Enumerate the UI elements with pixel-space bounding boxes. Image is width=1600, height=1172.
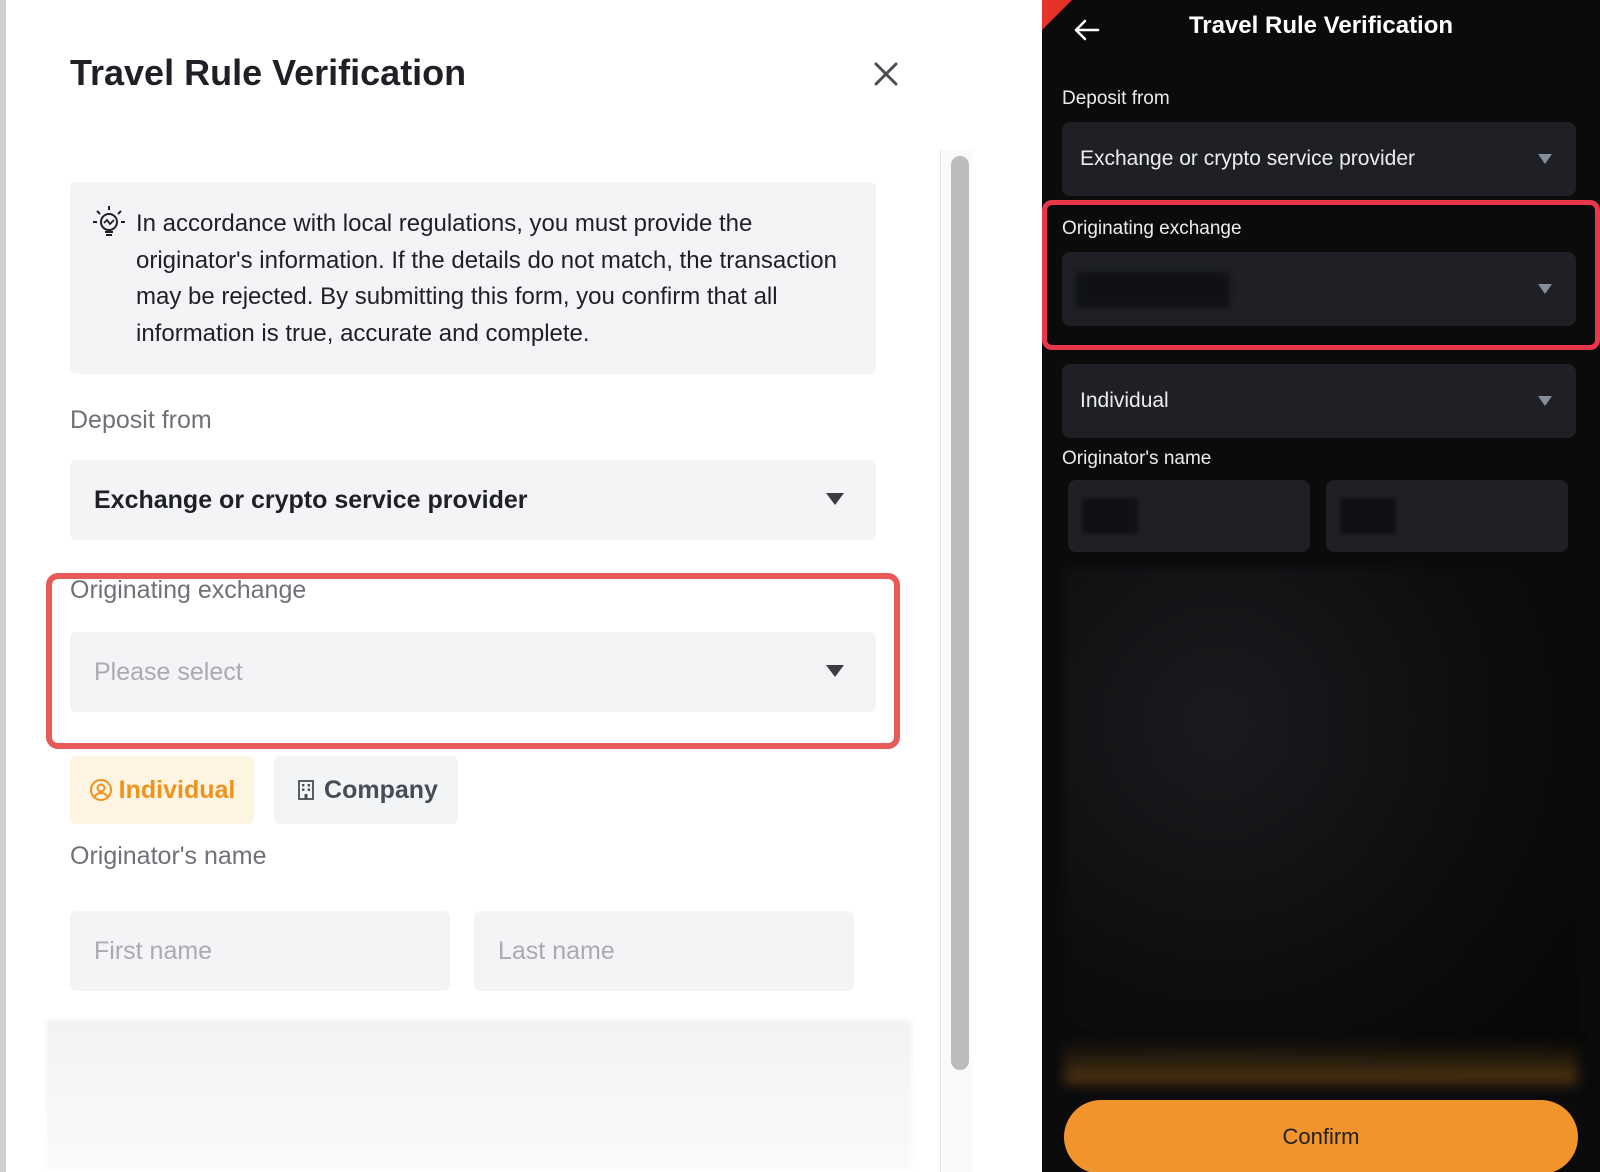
redacted-value xyxy=(1076,272,1230,308)
deposit-from-value: Exchange or crypto service provider xyxy=(94,486,528,514)
originator-type-value: Individual xyxy=(1080,389,1169,412)
redacted-value xyxy=(1340,498,1396,534)
blurred-content xyxy=(46,1020,912,1170)
chevron-down-icon xyxy=(826,665,844,677)
redacted-value xyxy=(1082,498,1138,534)
originator-type-select[interactable]: Individual xyxy=(1062,364,1576,438)
blurred-glow xyxy=(1064,1040,1578,1084)
originating-exchange-label: Originating exchange xyxy=(1062,218,1242,239)
close-icon xyxy=(874,62,898,86)
originating-exchange-select[interactable]: Please select xyxy=(70,632,876,712)
individual-button[interactable]: Individual xyxy=(70,756,254,824)
originating-exchange-select[interactable] xyxy=(1062,252,1576,326)
deposit-from-label: Deposit from xyxy=(70,406,212,434)
originating-exchange-placeholder: Please select xyxy=(94,658,243,686)
individual-label: Individual xyxy=(118,775,236,804)
notice-box: In accordance with local regulations, yo… xyxy=(70,182,876,374)
deposit-from-select[interactable]: Exchange or crypto service provider xyxy=(1062,122,1576,196)
company-label: Company xyxy=(324,775,438,804)
lightbulb-icon xyxy=(93,206,125,236)
building-icon xyxy=(298,780,314,800)
originator-name-label: Originator's name xyxy=(1062,448,1212,469)
mobile-title: Travel Rule Verification xyxy=(1188,12,1454,39)
close-button[interactable] xyxy=(868,56,904,92)
last-name-input[interactable] xyxy=(474,911,854,991)
scrollbar-thumb[interactable] xyxy=(951,156,969,1070)
confirm-button[interactable]: Confirm xyxy=(1064,1100,1578,1172)
notice-text: In accordance with local regulations, yo… xyxy=(136,210,837,347)
divider xyxy=(972,0,1042,1172)
first-name-input[interactable] xyxy=(70,911,450,991)
chevron-down-icon xyxy=(1538,284,1552,294)
chevron-down-icon xyxy=(826,493,844,505)
last-name-input[interactable] xyxy=(1326,480,1568,552)
deposit-from-label: Deposit from xyxy=(1062,88,1170,109)
blurred-content xyxy=(1064,568,1578,1084)
deposit-from-select[interactable]: Exchange or crypto service provider xyxy=(70,460,876,540)
travel-rule-modal: Travel Rule Verification In accordance w… xyxy=(0,0,977,1172)
deposit-from-value: Exchange or crypto service provider xyxy=(1080,147,1415,170)
user-circle-icon xyxy=(89,779,112,801)
originating-exchange-label: Originating exchange xyxy=(70,576,307,604)
modal-title: Travel Rule Verification xyxy=(70,52,467,93)
mobile-travel-rule-screen: Travel Rule Verification Deposit from Ex… xyxy=(1042,0,1600,1172)
company-button[interactable]: Company xyxy=(274,756,458,824)
originator-name-label: Originator's name xyxy=(70,842,267,870)
first-name-input[interactable] xyxy=(1068,480,1310,552)
chevron-down-icon xyxy=(1538,396,1552,406)
chevron-down-icon xyxy=(1538,154,1552,164)
